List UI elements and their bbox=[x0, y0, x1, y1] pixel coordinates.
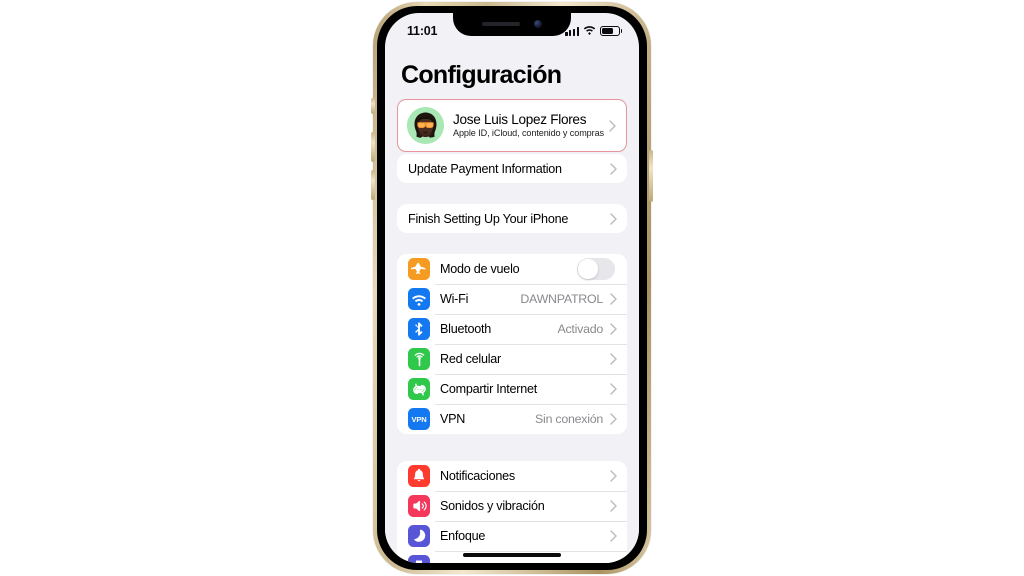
volume-down-button[interactable] bbox=[371, 170, 375, 200]
vpn-badge-icon: VPN bbox=[408, 408, 430, 430]
row-vpn[interactable]: VPN VPN Sin conexión bbox=[397, 404, 627, 434]
status-bar-time: 11:01 bbox=[407, 24, 438, 38]
device-bezel: 11:01 Configuración Jose Luis Lopez Flor… bbox=[377, 6, 647, 570]
bluetooth-icon bbox=[408, 318, 430, 340]
chevron-right-icon bbox=[610, 212, 617, 225]
setup-card: Finish Setting Up Your iPhone bbox=[397, 204, 627, 233]
phone-screen: 11:01 Configuración Jose Luis Lopez Flor… bbox=[385, 13, 639, 563]
row-sounds[interactable]: Sonidos y vibración bbox=[397, 491, 627, 521]
settings-scroll-view[interactable]: Configuración Jose Luis Lopez Flores App… bbox=[385, 47, 639, 563]
row-label: Bluetooth bbox=[440, 322, 491, 336]
airplane-icon bbox=[408, 258, 430, 280]
wifi-icon bbox=[583, 22, 596, 40]
chevron-right-icon bbox=[610, 500, 617, 512]
row-finish-setup[interactable]: Finish Setting Up Your iPhone bbox=[397, 204, 627, 233]
row-notifications[interactable]: Notificaciones bbox=[397, 461, 627, 491]
alerts-card: Notificaciones Sonidos y vibración Enfoq… bbox=[397, 461, 627, 563]
row-label: Modo de vuelo bbox=[440, 262, 520, 276]
volume-up-button[interactable] bbox=[371, 132, 375, 162]
row-wifi[interactable]: Wi-Fi DAWNPATROL bbox=[397, 284, 627, 314]
apple-id-text: Jose Luis Lopez Flores Apple ID, iCloud,… bbox=[453, 112, 609, 140]
cellular-antenna-icon bbox=[408, 348, 430, 370]
wifi-icon bbox=[408, 288, 430, 310]
row-value: Sin conexión bbox=[535, 412, 603, 426]
payment-card: Update Payment Information bbox=[397, 154, 627, 183]
account-card: Jose Luis Lopez Flores Apple ID, iCloud,… bbox=[397, 99, 627, 152]
row-label: Finish Setting Up Your iPhone bbox=[408, 211, 569, 226]
row-label: Sonidos y vibración bbox=[440, 499, 545, 513]
row-label: Update Payment Information bbox=[408, 161, 562, 176]
row-label: Compartir Internet bbox=[440, 382, 537, 396]
moon-icon bbox=[408, 525, 430, 547]
chevron-right-icon bbox=[610, 530, 617, 542]
home-indicator[interactable] bbox=[463, 552, 561, 557]
power-button[interactable] bbox=[649, 150, 653, 202]
airplane-mode-toggle[interactable] bbox=[577, 258, 615, 280]
status-bar-icons bbox=[565, 22, 620, 40]
apple-id-subtitle: Apple ID, iCloud, contenido y compras bbox=[453, 127, 604, 138]
screenshot-canvas: 11:01 Configuración Jose Luis Lopez Flor… bbox=[0, 0, 1024, 576]
row-label: Red celular bbox=[440, 352, 501, 366]
row-value: DAWNPATROL bbox=[520, 292, 603, 306]
row-value: Activado bbox=[557, 322, 603, 336]
row-label: Notificaciones bbox=[440, 469, 515, 483]
silent-switch[interactable] bbox=[371, 98, 375, 114]
chevron-right-icon bbox=[610, 383, 617, 395]
row-cellular[interactable]: Red celular bbox=[397, 344, 627, 374]
row-label: VPN bbox=[440, 412, 466, 426]
page-title: Configuración bbox=[401, 61, 562, 89]
row-update-payment[interactable]: Update Payment Information bbox=[397, 154, 627, 183]
chevron-right-icon bbox=[610, 470, 617, 482]
speaker-grille-icon bbox=[482, 22, 520, 26]
apple-id-row[interactable]: Jose Luis Lopez Flores Apple ID, iCloud,… bbox=[397, 99, 627, 152]
chevron-right-icon bbox=[609, 119, 616, 132]
speaker-waves-icon bbox=[408, 495, 430, 517]
apple-id-name: Jose Luis Lopez Flores bbox=[453, 111, 587, 127]
bell-icon bbox=[408, 465, 430, 487]
row-focus[interactable]: Enfoque bbox=[397, 521, 627, 551]
row-hotspot[interactable]: Compartir Internet bbox=[397, 374, 627, 404]
row-airplane-mode[interactable]: Modo de vuelo bbox=[397, 254, 627, 284]
row-label: Wi-Fi bbox=[440, 292, 469, 306]
hourglass-icon bbox=[408, 555, 430, 563]
vpn-badge-label: VPN bbox=[411, 414, 427, 424]
chevron-right-icon bbox=[610, 293, 617, 305]
chevron-right-icon bbox=[610, 323, 617, 335]
front-camera-icon bbox=[534, 20, 542, 28]
chevron-right-icon bbox=[610, 353, 617, 365]
memoji-avatar bbox=[407, 107, 444, 144]
chevron-right-icon bbox=[610, 162, 617, 175]
hotspot-link-icon bbox=[408, 378, 430, 400]
chevron-right-icon bbox=[610, 413, 617, 425]
iphone-device-frame: 11:01 Configuración Jose Luis Lopez Flor… bbox=[371, 2, 653, 574]
display-notch bbox=[453, 13, 571, 36]
battery-icon bbox=[600, 26, 620, 36]
row-bluetooth[interactable]: Bluetooth Activado bbox=[397, 314, 627, 344]
connectivity-card: Modo de vuelo Wi-Fi DAWNPATROL Bluetooth… bbox=[397, 254, 627, 434]
row-label: Enfoque bbox=[440, 529, 486, 543]
